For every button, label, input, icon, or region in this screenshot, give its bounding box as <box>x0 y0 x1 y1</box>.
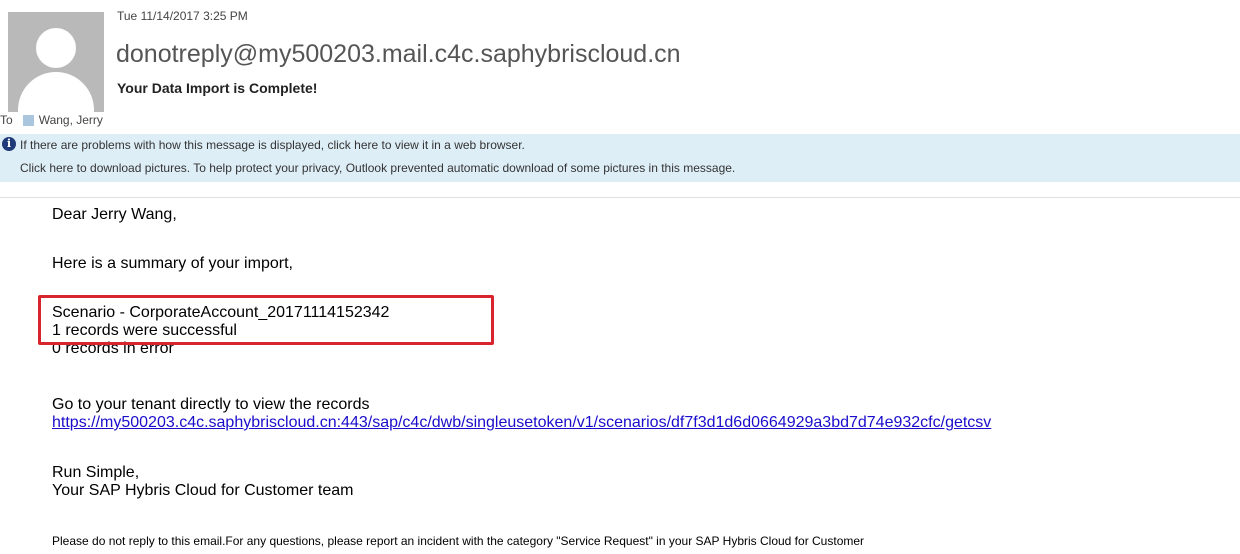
info-bar: i If there are problems with how this me… <box>0 134 1240 182</box>
info-icon: i <box>2 137 16 151</box>
recipient-row: To Wang, Jerry <box>0 113 103 127</box>
view-in-browser-notice[interactable]: If there are problems with how this mess… <box>20 138 525 152</box>
avatar-shoulders-shape <box>18 72 94 112</box>
signoff-line-2: Your SAP Hybris Cloud for Customer team <box>52 482 354 499</box>
header-divider <box>0 197 1240 198</box>
records-link[interactable]: https://my500203.c4c.saphybriscloud.cn:4… <box>52 414 991 432</box>
highlight-box <box>38 295 494 345</box>
to-label: To <box>0 113 13 127</box>
message-date: Tue 11/14/2017 3:25 PM <box>117 9 248 23</box>
contact-card-icon <box>22 114 34 126</box>
footer-note: Please do not reply to this email.For an… <box>52 534 865 548</box>
greeting: Dear Jerry Wang, <box>52 206 177 223</box>
sender-address[interactable]: donotreply@my500203.mail.c4c.saphybriscl… <box>116 40 681 69</box>
person-silhouette-icon <box>8 12 104 112</box>
message-subject: Your Data Import is Complete! <box>117 80 318 96</box>
intro-text: Here is a summary of your import, <box>52 255 293 272</box>
message-header: Tue 11/14/2017 3:25 PM donotreply@my5002… <box>0 0 1240 134</box>
download-pictures-notice[interactable]: Click here to download pictures. To help… <box>20 161 735 175</box>
avatar-head-shape <box>36 28 76 68</box>
signoff-line-1: Run Simple, <box>52 464 140 481</box>
recipient-name[interactable]: Wang, Jerry <box>39 113 103 127</box>
tenant-text: Go to your tenant directly to view the r… <box>52 396 370 413</box>
